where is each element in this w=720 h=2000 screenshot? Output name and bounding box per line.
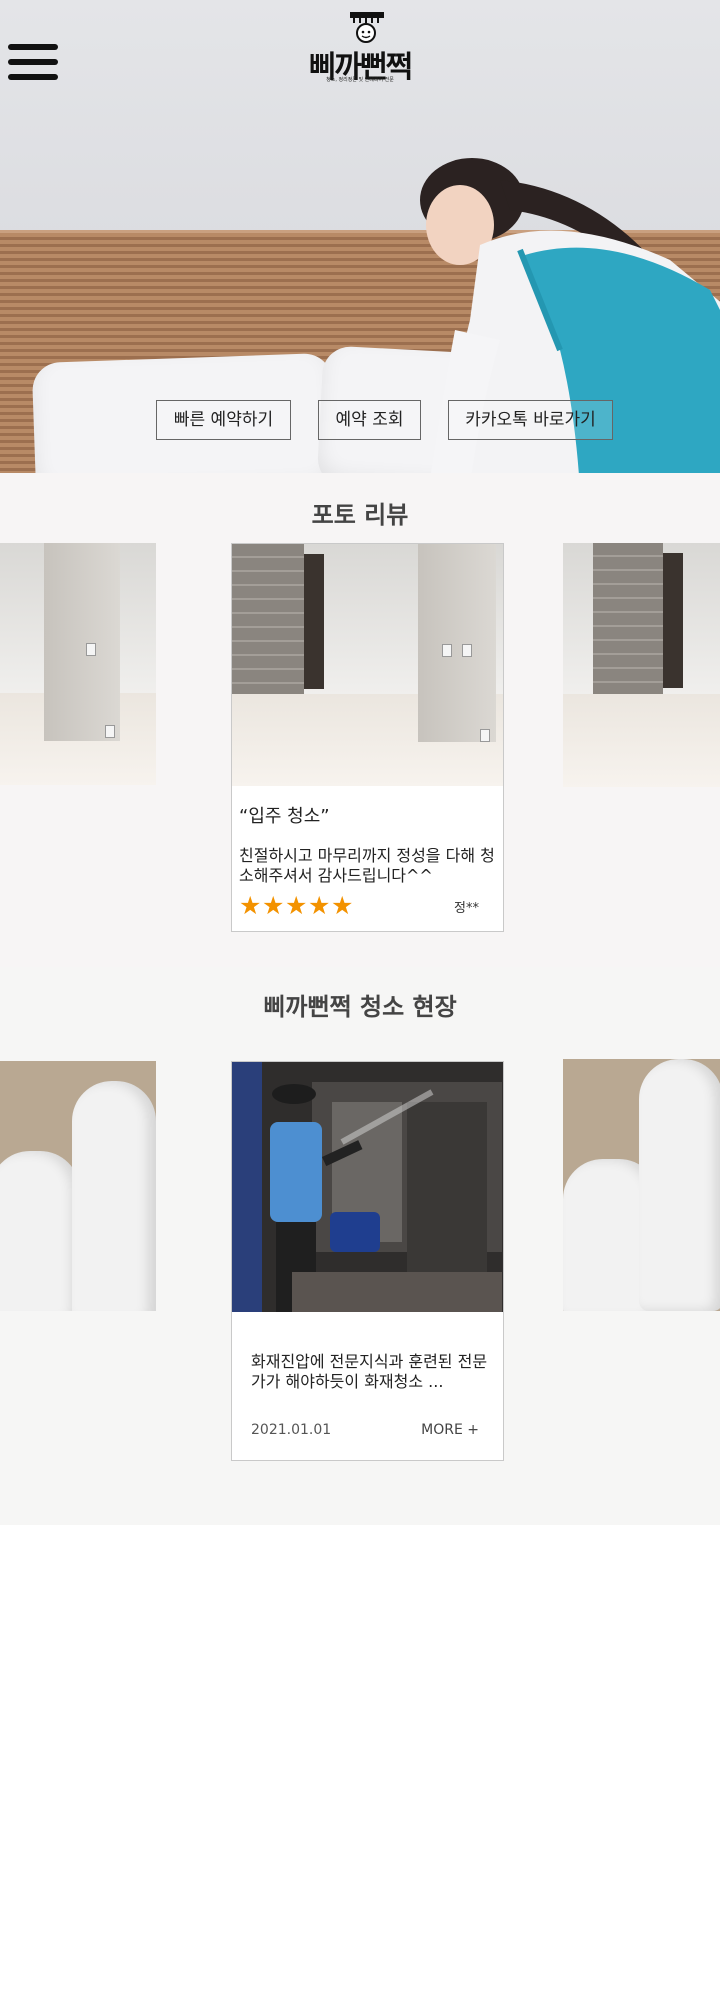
review-photo [232,544,503,786]
brick-wall [593,543,663,695]
menu-bar [8,74,58,80]
protective-suit-worker [0,1151,80,1311]
review-card[interactable]: “입주 청소” 친절하시고 마무리까지 정성을 다해 청소해주셔서 감사드립니다… [231,543,504,932]
power-outlet [480,729,490,742]
star-icon: ★ [331,891,354,920]
star-icon: ★ [262,891,285,920]
protective-suit-worker [72,1081,156,1311]
review-slide-next[interactable] [563,543,720,787]
room-pillar [44,543,120,742]
protective-suit-worker [639,1059,720,1311]
menu-bar [8,59,58,65]
light-switch [462,644,472,657]
review-title: “입주 청소” [239,806,330,827]
section-title: 삐까뻔쩍 청소 현장 [263,993,457,1021]
site-slide-prev[interactable] [0,1061,156,1311]
logo-subtitle: 청소, 정리정돈 및 인테리어 전문 [326,77,394,83]
brick-wall [232,544,304,695]
room-pillar [418,544,496,743]
broom-mascot-icon [350,12,384,43]
light-switch [86,643,96,656]
quick-reservation-button[interactable]: 빠른 예약하기 [156,400,291,440]
photo-review-section: 포토 리뷰 “입주 청소” 친절하시고 마무리까지 정성을 다해 청소해주셔서 … [0,473,720,967]
brand-logo[interactable]: 삐까뻔쩍 청소, 정리정돈 및 인테리어 전문 [298,10,422,85]
light-switch [442,644,452,657]
star-icon: ★ [308,891,331,920]
hamburger-menu-icon[interactable] [8,44,60,82]
more-button[interactable]: MORE + [421,1422,479,1438]
power-outlet [105,725,115,738]
cleaning-site-section: 삐까뻔쩍 청소 현장 화재진압에 전문지식과 훈련된 전문가가 해야하듯이 화재… [0,967,720,1525]
reservation-lookup-button[interactable]: 예약 조회 [318,400,421,440]
site-slide-next[interactable] [563,1059,720,1311]
blank-footer-area [0,1525,720,2000]
room-floor [563,694,720,787]
hero-banner: 삐까뻔쩍 청소, 정리정돈 및 인테리어 전문 빠른 예약하기 예약 조회 카카… [0,0,720,473]
reviewer-name: 정** [454,901,479,916]
doorway [663,553,683,688]
kakaotalk-link-button[interactable]: 카카오톡 바로가기 [448,400,613,440]
star-rating: ★ ★ ★ ★ ★ [239,891,354,920]
site-post-text: 화재진압에 전문지식과 훈련된 전문가가 해야하듯이 화재청소 ... [251,1352,488,1391]
site-post-card[interactable]: 화재진압에 전문지식과 훈련된 전문가가 해야하듯이 화재청소 ... 2021… [231,1061,504,1461]
review-slide-prev[interactable] [0,543,156,785]
star-icon: ★ [285,891,308,920]
star-icon: ★ [239,891,262,920]
doorway [304,554,324,689]
review-text: 친절하시고 마무리까지 정성을 다해 청소해주셔서 감사드립니다^^ [239,846,495,885]
menu-bar [8,44,58,50]
site-photo [232,1062,503,1312]
section-title: 포토 리뷰 [311,501,409,529]
site-post-date: 2021.01.01 [251,1422,332,1438]
